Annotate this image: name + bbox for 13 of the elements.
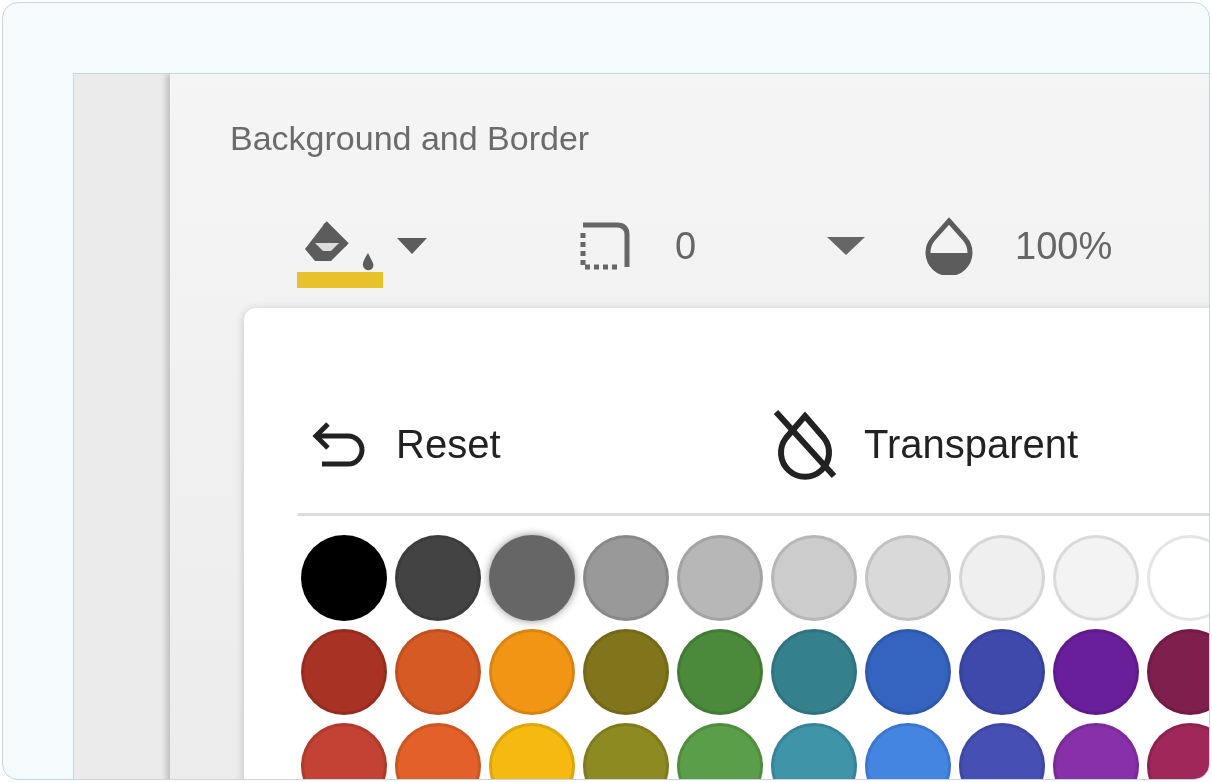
- opacity-dropdown[interactable]: 100%: [1015, 217, 1113, 275]
- color-swatch[interactable]: [489, 535, 575, 621]
- border-radius-icon: [579, 221, 631, 271]
- paint-bucket-icon: [303, 221, 375, 271]
- border-radius-dropdown[interactable]: 0: [675, 216, 865, 276]
- color-swatch[interactable]: [1147, 535, 1209, 621]
- caret-down-icon: [397, 238, 427, 254]
- transparent-button[interactable]: Transparent: [770, 408, 1079, 480]
- section-title: Background and Border: [230, 118, 591, 158]
- opacity-drop-icon: [925, 217, 973, 275]
- caret-down-icon: [827, 237, 865, 255]
- reset-button[interactable]: Reset: [310, 414, 770, 474]
- color-swatch[interactable]: [1147, 629, 1209, 715]
